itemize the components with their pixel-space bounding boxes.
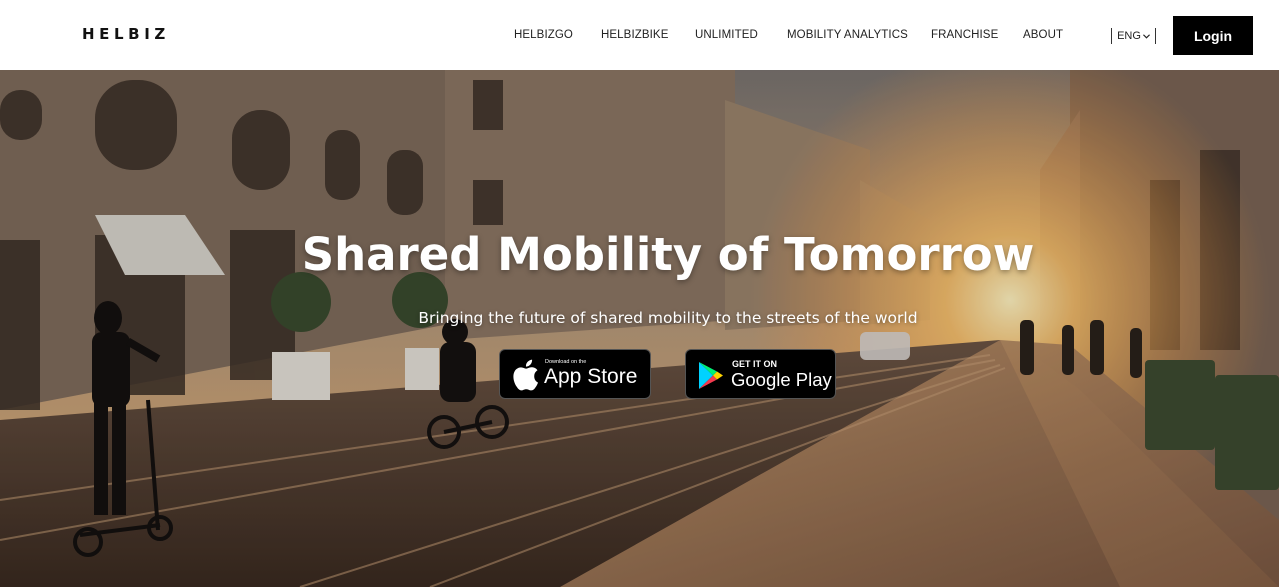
app-store-button[interactable]: Download on the App Store — [499, 349, 651, 399]
hero-background-image — [0, 70, 1279, 587]
nav-item-about[interactable]: ABOUT — [1023, 29, 1063, 41]
nav-item-unlimited[interactable]: UNLIMITED — [695, 29, 758, 41]
site-header: HELBIZ HELBIZGO HELBIZBIKE UNLIMITED MOB… — [0, 0, 1279, 70]
google-play-label: Google Play — [731, 369, 832, 390]
nav-item-helbizgo[interactable]: HELBIZGO — [514, 29, 573, 41]
language-label: ENG — [1117, 30, 1141, 42]
hero-subtitle: Bringing the future of shared mobility t… — [418, 309, 918, 327]
google-play-icon — [699, 362, 723, 389]
hero-section: Shared Mobility of Tomorrow Bringing the… — [0, 70, 1279, 587]
nav-item-helbizbike[interactable]: HELBIZBIKE — [601, 29, 668, 41]
nav-item-mobility-analytics[interactable]: MOBILITY ANALYTICS — [787, 29, 908, 41]
logo[interactable]: HELBIZ — [82, 25, 170, 43]
nav-item-franchise[interactable]: FRANCHISE — [931, 29, 998, 41]
app-store-label: App Store — [544, 365, 638, 388]
apple-icon — [513, 359, 538, 391]
hero-title: Shared Mobility of Tomorrow — [301, 228, 1035, 281]
language-selector[interactable]: ENG — [1111, 28, 1156, 44]
chevron-down-icon — [1142, 33, 1150, 39]
google-play-button[interactable]: GET IT ON Google Play — [685, 349, 836, 399]
login-button[interactable]: Login — [1173, 16, 1253, 55]
google-play-small-label: GET IT ON — [732, 359, 777, 369]
